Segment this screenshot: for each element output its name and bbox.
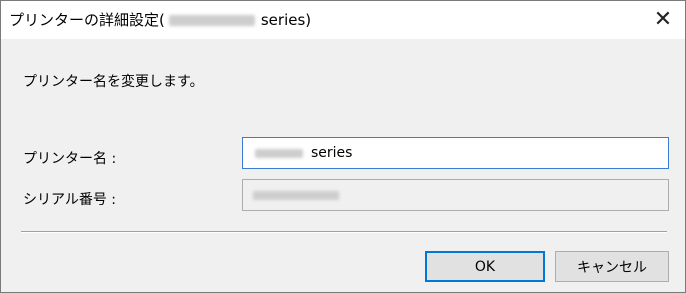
close-button[interactable]: ✕ [641, 1, 685, 39]
instruction-text: プリンター名を変更します。 [23, 74, 204, 90]
printer-detail-settings-dialog: プリンターの詳細設定( series) ✕ プリンター名を変更します。 プリンタ… [0, 0, 686, 293]
cancel-button[interactable]: キャンセル [555, 251, 669, 282]
title-bar: プリンターの詳細設定( series) ✕ [1, 1, 685, 39]
serial-number-label: シリアル番号 : [23, 192, 117, 208]
dialog-title-suffix: series) [260, 11, 312, 29]
printer-name-label: プリンター名 : [23, 151, 117, 167]
redacted-model-name [255, 148, 303, 158]
serial-number-field [242, 179, 669, 211]
printer-name-input[interactable]: series [242, 137, 669, 169]
ok-button[interactable]: OK [425, 251, 545, 282]
printer-name-value: series [311, 145, 353, 161]
dialog-title-prefix: プリンターの詳細設定( [9, 11, 165, 29]
redacted-serial-number [253, 190, 339, 200]
close-icon: ✕ [653, 7, 673, 32]
dialog-title: プリンターの詳細設定( series) [9, 10, 311, 30]
divider [21, 231, 667, 233]
redacted-model-name [168, 14, 255, 26]
